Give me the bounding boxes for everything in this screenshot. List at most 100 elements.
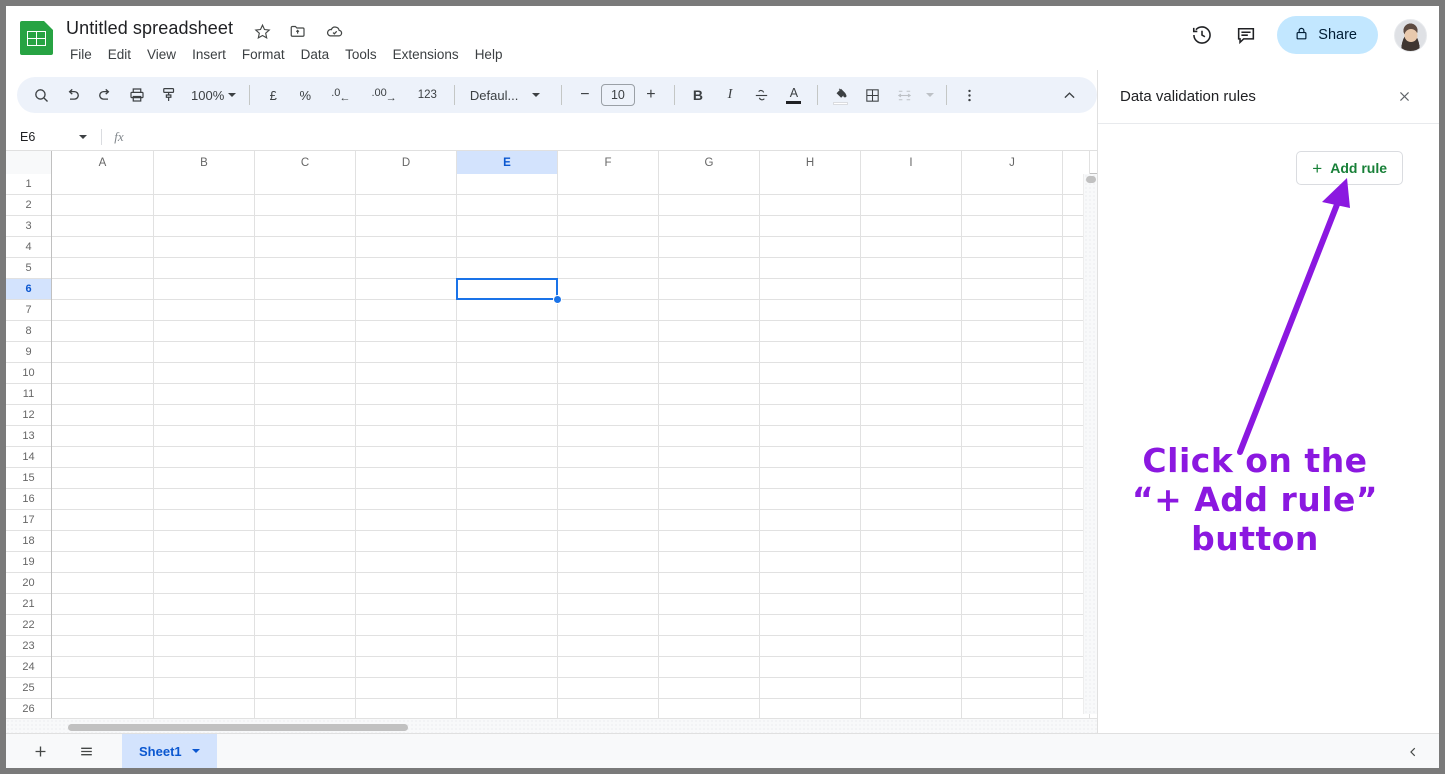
cell-A16[interactable]: [52, 489, 154, 510]
cell-D22[interactable]: [356, 615, 457, 636]
menu-file[interactable]: File: [64, 46, 100, 64]
merge-cells-icon[interactable]: [891, 81, 919, 109]
cell-E14[interactable]: [457, 447, 558, 468]
cell-I6[interactable]: [861, 279, 962, 300]
cell-E16[interactable]: [457, 489, 558, 510]
row-header-1[interactable]: 1: [6, 174, 51, 195]
cell-H26[interactable]: [760, 699, 861, 720]
table-row[interactable]: [52, 699, 1090, 720]
cell-B26[interactable]: [154, 699, 255, 720]
cell-H10[interactable]: [760, 363, 861, 384]
user-avatar[interactable]: [1394, 19, 1427, 52]
cell-G19[interactable]: [659, 552, 760, 573]
table-row[interactable]: [52, 468, 1090, 489]
cell-F21[interactable]: [558, 594, 659, 615]
row-header-8[interactable]: 8: [6, 321, 51, 342]
cell-G16[interactable]: [659, 489, 760, 510]
cell-B10[interactable]: [154, 363, 255, 384]
print-icon[interactable]: [123, 81, 151, 109]
cell-G14[interactable]: [659, 447, 760, 468]
cell-I1[interactable]: [861, 174, 962, 195]
cell-H18[interactable]: [760, 531, 861, 552]
cell-I8[interactable]: [861, 321, 962, 342]
row-header-4[interactable]: 4: [6, 237, 51, 258]
table-row[interactable]: [52, 342, 1090, 363]
cell-J20[interactable]: [962, 573, 1063, 594]
cell-E17[interactable]: [457, 510, 558, 531]
table-row[interactable]: [52, 678, 1090, 699]
cell-C20[interactable]: [255, 573, 356, 594]
cell-G4[interactable]: [659, 237, 760, 258]
cell-F1[interactable]: [558, 174, 659, 195]
cell-J6[interactable]: [962, 279, 1063, 300]
cell-C16[interactable]: [255, 489, 356, 510]
cell-D4[interactable]: [356, 237, 457, 258]
increase-font-size-button[interactable]: +: [637, 81, 665, 109]
cell-G20[interactable]: [659, 573, 760, 594]
cell-C12[interactable]: [255, 405, 356, 426]
cell-D12[interactable]: [356, 405, 457, 426]
row-header-9[interactable]: 9: [6, 342, 51, 363]
cell-E4[interactable]: [457, 237, 558, 258]
cell-I12[interactable]: [861, 405, 962, 426]
cell-C19[interactable]: [255, 552, 356, 573]
cell-H4[interactable]: [760, 237, 861, 258]
row-header-24[interactable]: 24: [6, 657, 51, 678]
row-header-6[interactable]: 6: [6, 279, 51, 300]
row-header-2[interactable]: 2: [6, 195, 51, 216]
cell-C22[interactable]: [255, 615, 356, 636]
cell-J3[interactable]: [962, 216, 1063, 237]
cell-J13[interactable]: [962, 426, 1063, 447]
cell-E8[interactable]: [457, 321, 558, 342]
cell-A13[interactable]: [52, 426, 154, 447]
cell-F13[interactable]: [558, 426, 659, 447]
cell-D10[interactable]: [356, 363, 457, 384]
cell-F20[interactable]: [558, 573, 659, 594]
cell-E12[interactable]: [457, 405, 558, 426]
cell-E15[interactable]: [457, 468, 558, 489]
cell-E9[interactable]: [457, 342, 558, 363]
fill-color-icon[interactable]: [827, 81, 855, 109]
cell-I15[interactable]: [861, 468, 962, 489]
cell-G2[interactable]: [659, 195, 760, 216]
sheets-logo-icon[interactable]: [20, 21, 53, 55]
cell-C23[interactable]: [255, 636, 356, 657]
row-header-5[interactable]: 5: [6, 258, 51, 279]
cell-H19[interactable]: [760, 552, 861, 573]
cell-D18[interactable]: [356, 531, 457, 552]
cell-I25[interactable]: [861, 678, 962, 699]
cell-area[interactable]: [52, 174, 1090, 720]
cell-A26[interactable]: [52, 699, 154, 720]
cell-J26[interactable]: [962, 699, 1063, 720]
font-size-input[interactable]: 10: [601, 84, 635, 106]
table-row[interactable]: [52, 489, 1090, 510]
comment-icon[interactable]: [1227, 16, 1265, 54]
cell-A15[interactable]: [52, 468, 154, 489]
cell-J14[interactable]: [962, 447, 1063, 468]
cell-G17[interactable]: [659, 510, 760, 531]
cell-C21[interactable]: [255, 594, 356, 615]
cell-J2[interactable]: [962, 195, 1063, 216]
cell-I3[interactable]: [861, 216, 962, 237]
cell-C24[interactable]: [255, 657, 356, 678]
cell-E13[interactable]: [457, 426, 558, 447]
select-all-corner[interactable]: [6, 151, 52, 174]
cell-G24[interactable]: [659, 657, 760, 678]
cell-D23[interactable]: [356, 636, 457, 657]
cell-I13[interactable]: [861, 426, 962, 447]
cell-G1[interactable]: [659, 174, 760, 195]
cell-F9[interactable]: [558, 342, 659, 363]
cell-D16[interactable]: [356, 489, 457, 510]
cell-I18[interactable]: [861, 531, 962, 552]
table-row[interactable]: [52, 405, 1090, 426]
cell-H7[interactable]: [760, 300, 861, 321]
cell-H9[interactable]: [760, 342, 861, 363]
column-header-partial[interactable]: [1063, 151, 1090, 174]
cell-A7[interactable]: [52, 300, 154, 321]
table-row[interactable]: [52, 321, 1090, 342]
cell-D26[interactable]: [356, 699, 457, 720]
cell-C2[interactable]: [255, 195, 356, 216]
row-header-21[interactable]: 21: [6, 594, 51, 615]
cell-I11[interactable]: [861, 384, 962, 405]
vertical-scroll-thumb[interactable]: [1086, 176, 1096, 183]
